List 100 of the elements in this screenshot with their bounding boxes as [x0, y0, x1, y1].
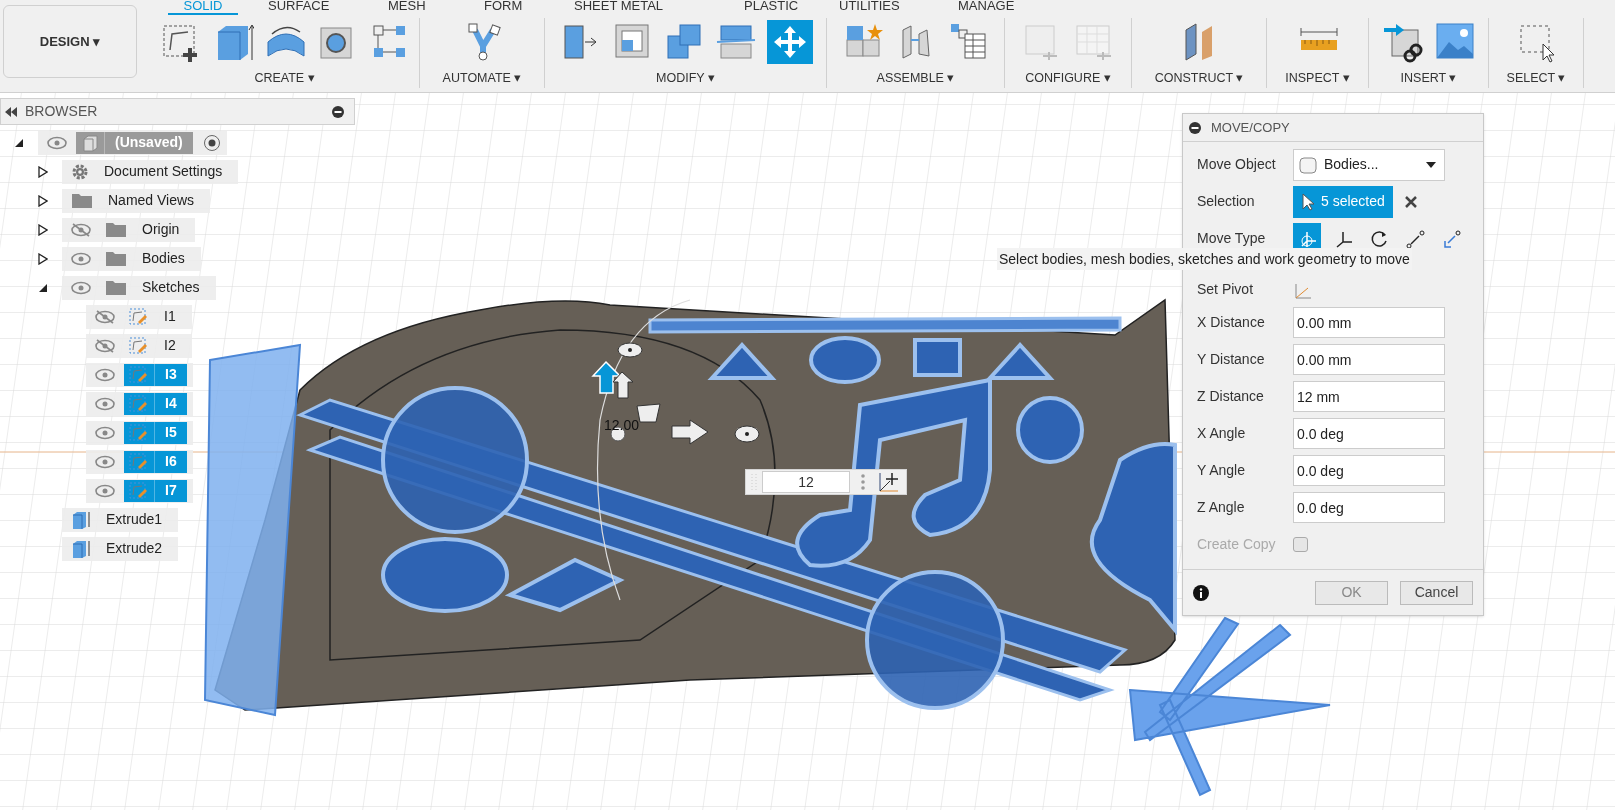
toolbar-group-menu[interactable]: CONSTRUCT ▾: [1154, 70, 1244, 86]
toolbar-group-menu[interactable]: CREATE ▾: [254, 70, 315, 86]
toolbar-group-menu[interactable]: AUTOMATE ▾: [442, 70, 522, 86]
value-input-field[interactable]: 12 mm: [1293, 381, 1445, 412]
field-label: X Distance: [1197, 313, 1266, 332]
field-label: Move Type: [1197, 229, 1267, 248]
cancel-button[interactable]: Cancel: [1400, 580, 1473, 605]
browser-item[interactable]: Named Views: [62, 188, 211, 213]
browser-item-label: Named Views: [107, 191, 196, 210]
collapse-panel-icon[interactable]: [5, 106, 17, 117]
eye-icon[interactable]: [94, 396, 116, 411]
browser-item-label: Extrude2: [105, 539, 164, 558]
value-input-field[interactable]: 0.0 deg: [1293, 455, 1445, 486]
field-label: Z Distance: [1197, 387, 1265, 406]
expand-arrow-icon[interactable]: [38, 165, 48, 178]
extrude-feature-icon: [71, 538, 91, 559]
folder-icon: [105, 221, 127, 238]
eye-icon[interactable]: [94, 367, 116, 382]
workspace-dropdown[interactable]: DESIGN ▾: [3, 5, 137, 78]
browser-item-label: I6: [164, 452, 178, 471]
browser-item-label: I1: [163, 307, 177, 326]
info-icon[interactable]: [1193, 584, 1209, 601]
rotate-icon: [1369, 228, 1389, 249]
dropdown-caret-icon: [1426, 161, 1436, 168]
eye-icon[interactable]: [94, 454, 116, 469]
active-radio-icon[interactable]: [202, 133, 221, 152]
eye-icon[interactable]: [70, 251, 92, 266]
field-label: Z Angle: [1197, 498, 1246, 517]
value-input-field[interactable]: 0.00 mm: [1293, 307, 1445, 338]
hidden-eye-icon[interactable]: [94, 338, 116, 353]
sketch-icon: [129, 307, 149, 326]
minimize-icon[interactable]: [332, 105, 344, 118]
sketch-icon: [129, 365, 149, 384]
drag-handle-icon[interactable]: [749, 471, 759, 493]
move-icon[interactable]: [766, 20, 813, 64]
eye-icon[interactable]: [70, 280, 92, 295]
sketch-icon: [129, 336, 149, 355]
field-label: Y Angle: [1197, 461, 1246, 480]
value-input-field[interactable]: 0.0 deg: [1293, 492, 1445, 523]
field-label: Selection: [1197, 192, 1256, 211]
clear-selection-icon[interactable]: [1404, 195, 1417, 208]
tab[interactable]: FORM: [478, 0, 529, 15]
expand-arrow-icon[interactable]: [38, 252, 48, 265]
distance-input-field[interactable]: 12: [762, 471, 850, 493]
collapse-icon[interactable]: [1189, 121, 1201, 134]
sketch-icon: [129, 481, 149, 500]
browser-item-label: Bodies: [141, 249, 186, 268]
eye-icon[interactable]: [94, 483, 116, 498]
browser-item-label: Sketches: [141, 278, 201, 297]
folder-icon: [71, 192, 93, 209]
tab[interactable]: UTILITIES: [833, 0, 906, 15]
tab[interactable]: MANAGE: [952, 0, 1021, 15]
field-label: Set Pivot: [1197, 280, 1255, 299]
expand-arrow-icon[interactable]: [38, 194, 48, 207]
browser-item-label: Origin: [141, 220, 181, 239]
browser-item-label: (Unsaved): [114, 133, 184, 152]
browser-item[interactable]: Extrude1: [62, 507, 179, 532]
browser-item-label: I7: [164, 481, 178, 500]
hidden-eye-icon[interactable]: [94, 309, 116, 324]
tab[interactable]: SHEET METAL: [568, 0, 670, 15]
browser-item[interactable]: Bodies: [62, 246, 201, 271]
browser-item[interactable]: I1: [86, 304, 192, 329]
move-manipulator-drawing[interactable]: [591, 342, 760, 445]
field-label: Y Distance: [1197, 350, 1266, 369]
browser-item[interactable]: Sketches: [62, 275, 216, 300]
point-to-position-icon: [1441, 228, 1461, 249]
browser-item-label: I4: [164, 394, 178, 413]
move-object-dropdown[interactable]: Bodies...: [1293, 148, 1445, 181]
collapse-arrow-icon[interactable]: [14, 137, 24, 148]
browser-item[interactable]: I2: [86, 333, 192, 358]
dialog-title: MOVE/COPY: [1211, 118, 1290, 137]
browser-item[interactable]: Origin: [62, 217, 196, 242]
cursor-icon: [1301, 192, 1315, 211]
folder-icon: [105, 250, 127, 267]
collapse-arrow-icon[interactable]: [38, 282, 48, 293]
expand-arrow-icon[interactable]: [38, 223, 48, 236]
more-options-icon[interactable]: [860, 473, 866, 491]
eye-icon[interactable]: [46, 135, 68, 150]
toolbar-group-menu[interactable]: CONFIGURE ▾: [1025, 70, 1111, 86]
tab[interactable]: SURFACE: [262, 0, 336, 15]
toolbar-group-menu[interactable]: INSPECT ▾: [1285, 70, 1350, 86]
value-input-field[interactable]: 0.0 deg: [1293, 418, 1445, 449]
browser-item-label: Extrude1: [105, 510, 164, 529]
eye-icon[interactable]: [94, 425, 116, 440]
toolbar-group-menu[interactable]: ASSEMBLE ▾: [876, 70, 955, 86]
toolbar-group-menu[interactable]: MODIFY ▾: [656, 70, 715, 86]
tab[interactable]: MESH: [382, 0, 432, 15]
tab[interactable]: PLASTIC: [738, 0, 805, 15]
browser-item[interactable]: Extrude2: [62, 536, 179, 561]
hidden-eye-icon[interactable]: [70, 222, 92, 237]
sketch-icon: [129, 423, 149, 442]
browser-item-label: I5: [164, 423, 178, 442]
toolbar-group-menu[interactable]: SELECT ▾: [1506, 70, 1566, 86]
value-input-field[interactable]: 0.00 mm: [1293, 344, 1445, 375]
toolbar-group-menu[interactable]: INSERT ▾: [1400, 70, 1457, 86]
browser-item[interactable]: Document Settings: [62, 159, 239, 184]
browser-item-label: I3: [164, 365, 178, 384]
triad-move-icon[interactable]: [876, 471, 900, 493]
set-pivot-icon[interactable]: [1293, 282, 1313, 300]
field-label: Create Copy: [1197, 535, 1277, 554]
